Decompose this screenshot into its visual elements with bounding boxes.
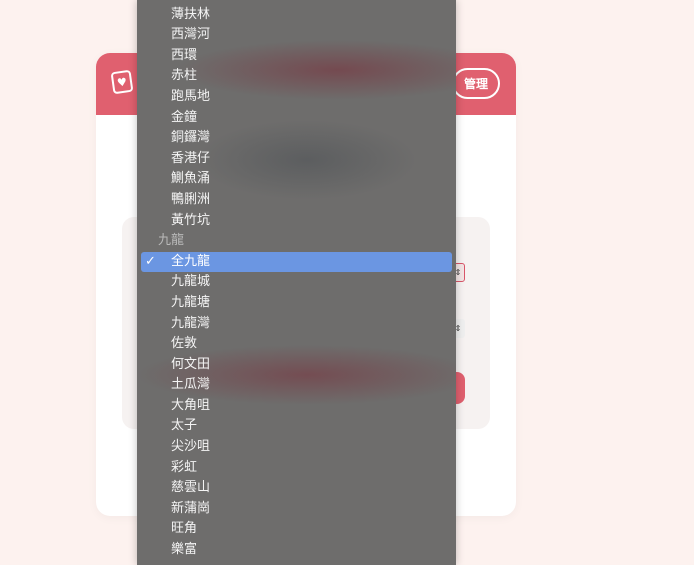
dropdown-option[interactable]: 九龍塘 (137, 293, 456, 314)
dropdown-option-label: 土瓜灣 (171, 377, 211, 393)
dropdown-option-label: 九龍灣 (171, 315, 211, 331)
dropdown-option-label: 九龍城 (171, 274, 211, 290)
dropdown-option-label: 慈雲山 (171, 480, 211, 496)
dropdown-option-label: 何文田 (171, 356, 211, 372)
dropdown-option[interactable]: 西灣河 (137, 25, 456, 46)
dropdown-option-label: 跑馬地 (171, 88, 211, 104)
dropdown-option-label: 鴨脷洲 (171, 191, 211, 207)
dropdown-option-label: 佐敦 (171, 336, 198, 352)
dropdown-option-label: 鰂魚涌 (171, 171, 211, 187)
checkmark-icon: ✓ (145, 253, 156, 269)
dropdown-option[interactable]: 鰂魚涌 (137, 169, 456, 190)
dropdown-option[interactable]: 鴨脷洲 (137, 190, 456, 211)
dropdown-option[interactable]: 香港仔 (137, 149, 456, 170)
dropdown-option-label: 大角咀 (171, 397, 211, 413)
card-heart-icon: ♥ (110, 69, 134, 95)
dropdown-option[interactable]: 何文田 (137, 355, 456, 376)
dropdown-list: 肖箕灣薄扶林西灣河西環赤柱跑馬地金鐘銅鑼灣香港仔鰂魚涌鴨脷洲黃竹坑九龍✓ 全九龍九… (137, 0, 456, 561)
dropdown-option-label: 赤柱 (171, 68, 198, 84)
dropdown-option-label: 尖沙咀 (171, 439, 211, 455)
dropdown-option-label: 新蒲崗 (171, 500, 211, 516)
dropdown-option-label: 樂富 (171, 542, 198, 558)
dropdown-option-label: 西環 (171, 47, 198, 63)
dropdown-option[interactable]: 赤柱 (137, 66, 456, 87)
dropdown-group-label: 九龍 (158, 233, 185, 249)
dropdown-option-label: 黃竹坑 (171, 212, 211, 228)
dropdown-option[interactable]: 樂富 (137, 540, 456, 561)
dropdown-option[interactable]: 土瓜灣 (137, 375, 456, 396)
dropdown-option[interactable]: 金鐘 (137, 108, 456, 129)
dropdown-option[interactable]: 銅鑼灣 (137, 128, 456, 149)
dropdown-option[interactable]: 薄扶林 (137, 5, 456, 26)
dropdown-option[interactable]: 彩虹 (137, 458, 456, 479)
dropdown-option-label: 九龍塘 (171, 294, 211, 310)
dropdown-option[interactable]: 九龍灣 (137, 314, 456, 335)
dropdown-option-label: 全九龍 (171, 253, 211, 269)
dropdown-option-label: 薄扶林 (171, 6, 211, 22)
dropdown-option[interactable]: 跑馬地 (137, 87, 456, 108)
dropdown-option[interactable]: 佐敦 (137, 334, 456, 355)
dropdown-option[interactable]: 九龍城 (137, 272, 456, 293)
dropdown-option-label: 金鐘 (171, 109, 198, 125)
dropdown-option[interactable]: 西環 (137, 46, 456, 67)
district-dropdown[interactable]: 肖箕灣薄扶林西灣河西環赤柱跑馬地金鐘銅鑼灣香港仔鰂魚涌鴨脷洲黃竹坑九龍✓ 全九龍九… (137, 0, 456, 565)
dropdown-option-label: 銅鑼灣 (171, 130, 211, 146)
dropdown-option-label: 太子 (171, 418, 198, 434)
manage-button[interactable]: 管理 (452, 68, 500, 99)
dropdown-option-label: 西灣河 (171, 27, 211, 43)
dropdown-option[interactable]: 黃竹坑 (137, 211, 456, 232)
dropdown-option-label: 肖箕灣 (171, 0, 210, 1)
dropdown-option-label: 香港仔 (171, 150, 211, 166)
dropdown-option[interactable]: 慈雲山 (137, 478, 456, 499)
dropdown-option[interactable]: 新蒲崗 (137, 499, 456, 520)
page: ♥ 管理 ⇕ ⇕ 肖箕灣薄扶林西灣河西環赤柱跑馬地金鐘銅鑼灣香港仔鰂魚涌鴨脷洲黃… (0, 0, 694, 565)
dropdown-option[interactable]: 太子 (137, 416, 456, 437)
dropdown-option[interactable]: 大角咀 (137, 396, 456, 417)
dropdown-option[interactable]: 旺角 (137, 519, 456, 540)
dropdown-option-label: 彩虹 (171, 459, 198, 475)
dropdown-option-label: 旺角 (171, 521, 198, 537)
dropdown-option-selected[interactable]: ✓ 全九龍 (141, 251, 452, 273)
dropdown-option[interactable]: 尖沙咀 (137, 437, 456, 458)
